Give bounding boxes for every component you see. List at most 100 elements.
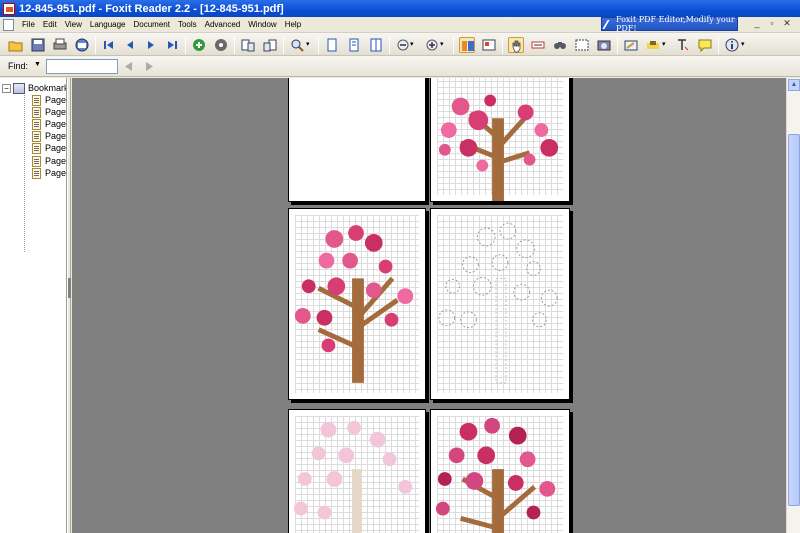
prev-page-icon[interactable] xyxy=(122,37,138,53)
bookmark-view-icon[interactable] xyxy=(481,37,497,53)
note-icon[interactable] xyxy=(697,37,713,53)
bookmark-label: Page xyxy=(45,156,67,166)
bookmark-root-label: Bookmarks xyxy=(28,83,66,93)
facing-pages-icon[interactable] xyxy=(368,37,384,53)
chevron-down-icon[interactable]: ▾ xyxy=(440,37,448,53)
toolbar-separator xyxy=(502,36,503,54)
bookmark-item[interactable]: Page xyxy=(32,167,66,179)
page-icon xyxy=(32,155,41,167)
panel-splitter[interactable] xyxy=(67,78,71,533)
highlight-icon[interactable] xyxy=(645,37,661,53)
bookmark-item[interactable]: Page xyxy=(32,155,66,167)
menu-view[interactable]: View xyxy=(61,17,86,33)
next-page-icon[interactable] xyxy=(143,37,159,53)
bookmark-root[interactable]: − Bookmarks xyxy=(2,82,66,94)
hand-tool-icon[interactable] xyxy=(508,37,524,53)
menu-edit[interactable]: Edit xyxy=(39,17,61,33)
toolbar-separator xyxy=(718,36,719,54)
main-toolbar: ▾ ▾ ▾ ▾ ▾ xyxy=(0,33,800,56)
find-options-chevron-icon[interactable]: ▼ xyxy=(34,61,41,68)
foxit-app-icon xyxy=(3,2,15,15)
splitter-grip[interactable] xyxy=(68,278,71,298)
bookmark-item[interactable]: Page xyxy=(32,118,66,130)
restore-doc-icon[interactable]: ▫ xyxy=(766,18,778,30)
minimize-doc-icon[interactable]: _ xyxy=(751,18,763,30)
document-icon[interactable] xyxy=(3,18,14,31)
email-icon[interactable] xyxy=(74,37,90,53)
cross-stitch-tree-image xyxy=(293,420,413,533)
pdf-page-tree-pink xyxy=(430,78,570,202)
thumbnail-view-icon[interactable] xyxy=(459,37,475,53)
find-label: Find: xyxy=(8,61,29,71)
menu-advanced[interactable]: Advanced xyxy=(201,17,245,33)
scroll-up-icon[interactable]: ▲ xyxy=(788,79,800,91)
bookmark-label: Page xyxy=(45,107,67,117)
bookmarks-panel: − Bookmarks Page Page Page Page Page Pag… xyxy=(0,78,67,533)
bookmark-item[interactable]: Page xyxy=(32,130,66,142)
text-icon[interactable] xyxy=(675,37,691,53)
bookmark-item[interactable]: Page xyxy=(32,142,66,154)
find-previous-icon[interactable] xyxy=(122,60,136,73)
menu-document[interactable]: Document xyxy=(129,17,173,33)
toolbar-separator xyxy=(283,36,284,54)
print-icon[interactable] xyxy=(52,37,68,53)
rotate-left-icon[interactable] xyxy=(240,37,256,53)
menu-window[interactable]: Window xyxy=(244,17,280,33)
snapshot-icon[interactable] xyxy=(574,37,590,53)
scrollbar-thumb[interactable] xyxy=(788,134,800,506)
toolbar-separator xyxy=(95,36,96,54)
menu-language[interactable]: Language xyxy=(86,17,130,33)
bookmarks-folder-icon xyxy=(13,82,25,94)
page-icon xyxy=(32,94,41,106)
save-icon[interactable] xyxy=(30,37,46,53)
page-icon xyxy=(32,130,41,142)
first-page-icon[interactable] xyxy=(101,37,117,53)
find-input[interactable] xyxy=(46,59,118,74)
open-icon[interactable] xyxy=(8,37,24,53)
page-icon xyxy=(32,106,41,118)
zoom-tool-icon[interactable] xyxy=(289,37,305,53)
chevron-down-icon[interactable]: ▾ xyxy=(662,37,670,53)
cross-stitch-tree-image xyxy=(435,417,556,533)
foxit-editor-ad[interactable]: Foxit PDF Editor,Modify your PDF! xyxy=(601,15,738,33)
zoom-in-icon[interactable] xyxy=(424,37,440,53)
vertical-scrollbar[interactable]: ▲ xyxy=(786,78,800,533)
pdf-page-tree-dark xyxy=(430,409,570,533)
continuous-page-icon[interactable] xyxy=(346,37,362,53)
bookmark-item[interactable]: Page xyxy=(32,106,66,118)
find-next-icon[interactable] xyxy=(142,60,156,73)
menu-tools[interactable]: Tools xyxy=(174,17,201,33)
chevron-down-icon[interactable]: ▾ xyxy=(306,37,314,53)
bookmark-label: Page xyxy=(45,95,67,105)
rotate-right-icon[interactable] xyxy=(262,37,278,53)
bookmark-item[interactable]: Page xyxy=(32,94,66,106)
bookmark-label: Page xyxy=(45,119,67,129)
pdf-page-tree-faded xyxy=(288,409,426,533)
go-back-icon[interactable] xyxy=(191,37,207,53)
camera-icon[interactable] xyxy=(596,37,612,53)
typewriter-icon[interactable] xyxy=(623,37,639,53)
menu-file[interactable]: File xyxy=(18,17,39,33)
chevron-down-icon[interactable]: ▾ xyxy=(741,37,749,53)
select-text-icon[interactable] xyxy=(530,37,546,53)
toolbar-separator xyxy=(453,36,454,54)
bookmark-label: Page xyxy=(45,131,67,141)
info-icon[interactable] xyxy=(724,37,740,53)
zoom-out-icon[interactable] xyxy=(395,37,411,53)
go-forward-icon[interactable] xyxy=(213,37,229,53)
single-page-icon[interactable] xyxy=(324,37,340,53)
cross-stitch-tree-image xyxy=(438,94,559,201)
chevron-down-icon[interactable]: ▾ xyxy=(410,37,418,53)
pdf-page-blank xyxy=(288,78,426,202)
last-page-icon[interactable] xyxy=(164,37,180,53)
menu-help[interactable]: Help xyxy=(281,17,305,33)
close-doc-icon[interactable]: ✕ xyxy=(781,18,793,30)
document-viewer[interactable] xyxy=(72,78,786,533)
toolbar-separator xyxy=(318,36,319,54)
collapse-icon[interactable]: − xyxy=(2,83,11,93)
toolbar-separator xyxy=(617,36,618,54)
find-icon[interactable] xyxy=(552,37,568,53)
pdf-page-tree-color xyxy=(288,208,426,400)
toolbar-separator xyxy=(389,36,390,54)
find-bar: Find: ▼ xyxy=(0,56,800,77)
